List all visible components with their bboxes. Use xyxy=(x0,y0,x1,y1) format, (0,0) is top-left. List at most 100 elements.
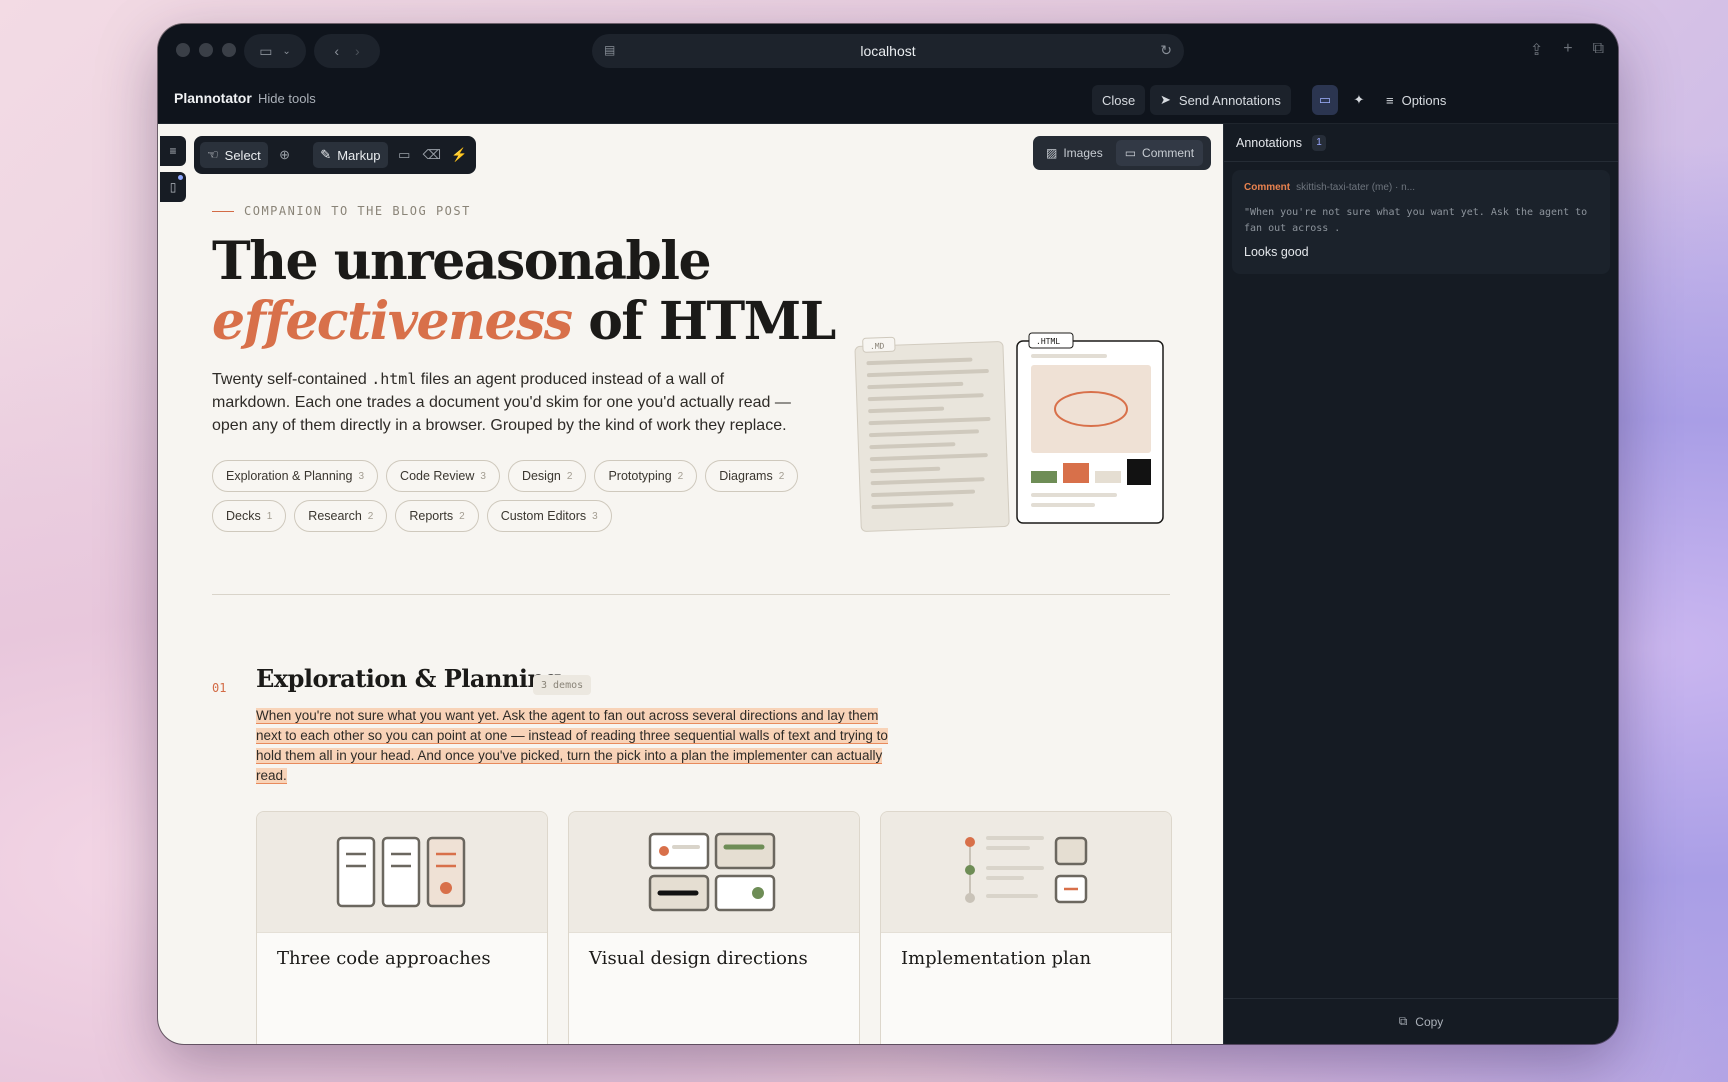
comment-tool[interactable]: ▭ xyxy=(394,142,415,168)
category-chip[interactable]: Custom Editors 3 xyxy=(486,500,612,532)
eraser-icon: ⌫ xyxy=(422,147,441,162)
chip-label: Prototyping xyxy=(608,469,672,483)
category-chip[interactable]: Research 2 xyxy=(294,500,388,532)
close-window-button[interactable] xyxy=(176,43,190,57)
category-chip[interactable]: Exploration & Planning 3 xyxy=(212,460,379,492)
copy-button[interactable]: ⧉ Copy xyxy=(1224,998,1618,1044)
lightning-icon: ⚡ xyxy=(451,147,468,162)
outline-tab[interactable]: ≡ xyxy=(160,136,186,166)
highlighted-annotation[interactable]: When you're not sure what you want yet. … xyxy=(256,708,888,784)
app-brand: Plannotator xyxy=(174,90,252,106)
select-tool[interactable]: ☜ Select xyxy=(200,142,268,168)
annotation-item[interactable]: Comment skittish-taxi-tater (me) · n... … xyxy=(1232,170,1610,274)
page-settings-icon[interactable]: ▤ xyxy=(604,43,615,57)
implementation-plan-art xyxy=(965,836,1088,904)
chip-count: 2 xyxy=(778,470,785,482)
category-chip[interactable]: Prototyping 2 xyxy=(594,460,698,492)
card-title: Visual design directions xyxy=(589,948,808,969)
annotation-text: Looks good xyxy=(1244,245,1309,259)
images-label: Images xyxy=(1063,146,1103,160)
reload-icon[interactable]: ↻ xyxy=(1160,42,1172,59)
category-chip[interactable]: Design 2 xyxy=(507,460,587,492)
send-annotations-button[interactable]: ➤ Send Annotations xyxy=(1150,85,1291,115)
section-description[interactable]: When you're not sure what you want yet. … xyxy=(256,706,896,786)
category-chip[interactable]: Reports 2 xyxy=(395,500,479,532)
minimize-window-button[interactable] xyxy=(199,43,213,57)
comment-toggle[interactable]: ▭ Comment xyxy=(1115,140,1204,166)
title-line-1: The unreasonable xyxy=(212,231,712,292)
illustration-svg: .MD .HTML xyxy=(854,332,1164,532)
view-toggle: ▨ Images ▭ Comment xyxy=(1033,136,1211,170)
new-tab-icon[interactable]: + xyxy=(1563,40,1572,60)
chip-label: Exploration & Planning xyxy=(226,469,353,483)
markup-tool[interactable]: ✎ Markup xyxy=(313,142,388,168)
pointer-icon: ☜ xyxy=(207,147,219,162)
zoom-window-button[interactable] xyxy=(222,43,236,57)
browser-window: ▭ ⌄ ‹ › ▤ localhost ↻ ⇪ + ⧉ Plannotator … xyxy=(158,24,1618,1044)
address-bar[interactable]: ▤ localhost ↻ xyxy=(592,34,1184,68)
options-label: Options xyxy=(1401,92,1447,108)
chip-label: Research xyxy=(308,509,362,523)
share-icon[interactable]: ⇪ xyxy=(1530,40,1543,60)
chip-count: 3 xyxy=(358,470,365,482)
sidebar-icon: ▭ xyxy=(259,42,273,59)
files-tab[interactable]: ▯ xyxy=(160,172,186,202)
annotation-meta: Comment skittish-taxi-tater (me) · n... xyxy=(1244,182,1598,193)
annotations-header: Annotations 1 xyxy=(1224,124,1618,162)
annotation-author: skittish-taxi-tater (me) · n... xyxy=(1296,182,1416,193)
category-chip[interactable]: Decks 1 xyxy=(212,500,287,532)
unread-dot xyxy=(178,175,183,180)
options-button[interactable]: ≡ Options xyxy=(1376,85,1456,115)
chip-count: 3 xyxy=(592,510,598,522)
chip-label: Design xyxy=(521,469,561,483)
comment-label: Comment xyxy=(1142,146,1195,160)
section-divider xyxy=(212,594,1170,595)
annotations-panel-toggle[interactable]: ▭ xyxy=(1312,85,1338,115)
tab-overview-icon[interactable]: ⧉ xyxy=(1593,40,1604,60)
eyebrow: COMPANION TO THE BLOG POST xyxy=(212,204,471,218)
category-chip[interactable]: Diagrams 2 xyxy=(705,460,799,492)
chip-label: Custom Editors xyxy=(500,509,587,523)
file-icon: ▯ xyxy=(169,180,177,194)
images-toggle[interactable]: ▨ Images xyxy=(1037,140,1112,166)
target-icon: ⊕ xyxy=(279,147,290,162)
close-button[interactable]: Close xyxy=(1092,85,1146,115)
section-number: 01 xyxy=(212,681,227,695)
outline-icon: ≡ xyxy=(169,144,177,158)
demo-card[interactable]: Visual design directions xyxy=(568,811,860,1044)
close-button-label: Close xyxy=(1102,92,1136,108)
chip-count: 2 xyxy=(566,470,573,482)
category-chip[interactable]: Code Review 3 xyxy=(386,460,500,492)
sidebar-toggle-button[interactable]: ▭ ⌄ xyxy=(244,34,306,68)
eyebrow-dash xyxy=(212,210,234,212)
eyebrow-text: COMPANION TO THE BLOG POST xyxy=(244,204,471,218)
chip-label: Decks xyxy=(226,509,261,523)
chip-label: Reports xyxy=(409,509,454,523)
section-badge: 3 demos xyxy=(533,675,592,695)
section-title: Exploration & Planning xyxy=(256,664,561,693)
target-tool[interactable]: ⊕ xyxy=(274,142,295,168)
page-title: The unreasonable effectiveness of HTML xyxy=(212,232,872,352)
chip-label: Diagrams xyxy=(719,469,773,483)
md-vs-html-illustration: .MD .HTML xyxy=(853,329,1183,554)
quick-tool[interactable]: ⚡ xyxy=(449,142,470,168)
menu-icon: ≡ xyxy=(1386,92,1394,108)
url-text: localhost xyxy=(860,43,916,59)
back-icon[interactable]: ‹ xyxy=(334,43,339,59)
chip-count: 2 xyxy=(459,510,465,522)
category-chips: Exploration & Planning 3 Code Review 3 Desig… xyxy=(212,460,812,532)
copy-label: Copy xyxy=(1415,1014,1444,1029)
copy-icon: ⧉ xyxy=(1398,1014,1408,1028)
hide-tools-link[interactable]: Hide tools xyxy=(258,91,316,106)
ai-button[interactable]: ✦ xyxy=(1346,85,1372,115)
desc-before: Twenty self-contained xyxy=(212,371,372,388)
title-accent: effectiveness xyxy=(212,291,573,352)
card-illustration xyxy=(257,812,547,932)
demo-card[interactable]: Implementation plan xyxy=(880,811,1172,1044)
chip-label: Code Review xyxy=(400,469,475,483)
forward-icon[interactable]: › xyxy=(355,43,360,59)
demo-card[interactable]: Three code approaches xyxy=(256,811,548,1044)
card-illustration xyxy=(569,812,859,932)
eraser-tool[interactable]: ⌫ xyxy=(421,142,442,168)
comment-icon: ▭ xyxy=(398,147,411,162)
